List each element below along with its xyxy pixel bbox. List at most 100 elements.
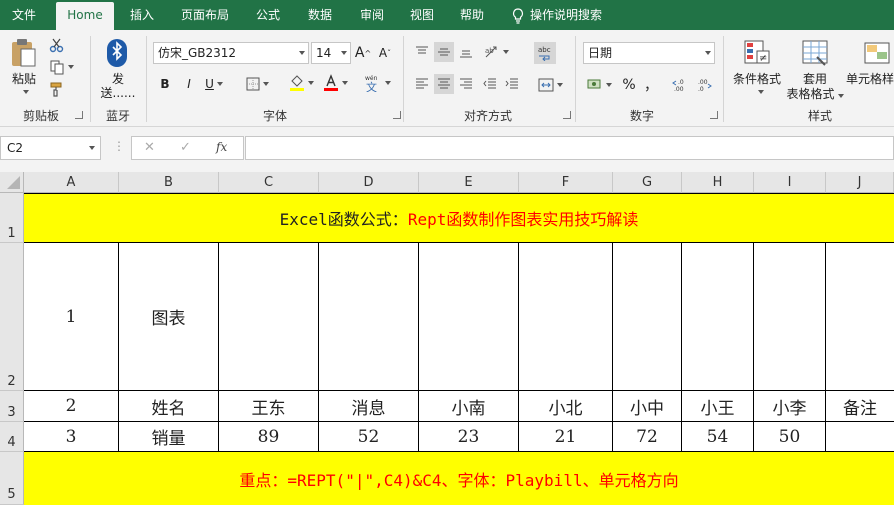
- clipboard-launcher-icon[interactable]: [75, 111, 83, 119]
- align-right-button[interactable]: [456, 74, 476, 94]
- column-header-c[interactable]: C: [219, 172, 319, 193]
- fill-color-button[interactable]: [284, 72, 318, 94]
- conditional-format-dropdown-icon[interactable]: [758, 90, 764, 94]
- row-header-1[interactable]: 1: [0, 193, 24, 243]
- column-header-e[interactable]: E: [419, 172, 519, 193]
- insert-function-icon[interactable]: fx: [216, 140, 227, 154]
- tab-data[interactable]: 数据: [298, 0, 342, 30]
- cell-f2[interactable]: [519, 243, 613, 391]
- tab-view[interactable]: 视图: [400, 0, 444, 30]
- row-header-2[interactable]: 2: [0, 243, 24, 391]
- tab-help[interactable]: 帮助: [450, 0, 494, 30]
- cell-j3[interactable]: 备注: [826, 391, 894, 422]
- number-format-select[interactable]: 日期: [583, 42, 715, 64]
- comma-style-button[interactable]: ，: [642, 74, 660, 96]
- italic-button[interactable]: I: [180, 74, 198, 94]
- cell-e2[interactable]: [419, 243, 519, 391]
- column-header-h[interactable]: H: [682, 172, 754, 193]
- orientation-button[interactable]: ab: [480, 42, 512, 62]
- paste-dropdown-icon[interactable]: [23, 90, 29, 94]
- tab-file[interactable]: 文件: [0, 0, 48, 30]
- cell-c3[interactable]: 王东: [219, 391, 319, 422]
- format-as-table-button[interactable]: [800, 38, 830, 68]
- decrease-decimal-button[interactable]: .00.0: [694, 74, 716, 96]
- format-painter-button[interactable]: [46, 80, 68, 98]
- title-banner[interactable]: Excel函数公式： Rept函数制作图表实用技巧解读: [24, 193, 894, 243]
- increase-indent-button[interactable]: [502, 74, 522, 94]
- cell-a2[interactable]: 1: [24, 243, 119, 391]
- cell-styles-button[interactable]: [862, 38, 892, 68]
- enter-icon[interactable]: ✓: [180, 140, 191, 155]
- select-all-corner[interactable]: [0, 172, 24, 193]
- cell-h4[interactable]: 54: [682, 422, 754, 452]
- percent-button[interactable]: %: [620, 74, 638, 96]
- row-header-3[interactable]: 3: [0, 391, 24, 422]
- cell-e4[interactable]: 23: [419, 422, 519, 452]
- cell-c2[interactable]: [219, 243, 319, 391]
- cut-button[interactable]: [46, 36, 68, 54]
- bluetooth-send-button[interactable]: [104, 38, 130, 68]
- row-header-4[interactable]: 4: [0, 422, 24, 452]
- column-header-f[interactable]: F: [519, 172, 613, 193]
- font-family-select[interactable]: 仿宋_GB2312: [153, 42, 309, 64]
- cancel-icon[interactable]: ✕: [144, 140, 155, 155]
- cell-e3[interactable]: 小南: [419, 391, 519, 422]
- merge-center-button[interactable]: [534, 74, 566, 96]
- cell-f3[interactable]: 小北: [519, 391, 613, 422]
- copy-button[interactable]: [46, 58, 76, 76]
- accounting-format-button[interactable]: [583, 74, 615, 96]
- middle-align-button[interactable]: [434, 42, 454, 62]
- increase-decimal-button[interactable]: .0.00: [670, 74, 692, 96]
- cell-i4[interactable]: 50: [754, 422, 826, 452]
- wrap-text-button[interactable]: abc: [534, 42, 556, 64]
- tab-page-layout[interactable]: 页面布局: [172, 0, 238, 30]
- paste-button[interactable]: [8, 36, 40, 70]
- cell-f4[interactable]: 21: [519, 422, 613, 452]
- conditional-format-button[interactable]: ≠: [742, 38, 772, 68]
- alignment-launcher-icon[interactable]: [563, 111, 571, 119]
- cell-d4[interactable]: 52: [319, 422, 419, 452]
- cell-g2[interactable]: [613, 243, 682, 391]
- cell-j2[interactable]: [826, 243, 894, 391]
- tab-insert[interactable]: 插入: [120, 0, 164, 30]
- align-center-button[interactable]: [434, 74, 454, 94]
- decrease-indent-button[interactable]: [480, 74, 500, 94]
- tab-review[interactable]: 审阅: [350, 0, 394, 30]
- name-box[interactable]: C2: [0, 136, 101, 160]
- cell-d2[interactable]: [319, 243, 419, 391]
- column-header-i[interactable]: I: [754, 172, 826, 193]
- align-left-button[interactable]: [412, 74, 432, 94]
- borders-button[interactable]: [242, 74, 272, 94]
- cell-h3[interactable]: 小王: [682, 391, 754, 422]
- tab-formulas[interactable]: 公式: [246, 0, 290, 30]
- cell-d3[interactable]: 消息: [319, 391, 419, 422]
- cell-g3[interactable]: 小中: [613, 391, 682, 422]
- row-header-5[interactable]: 5: [0, 452, 24, 505]
- footer-banner[interactable]: 重点：=REPT("|",C4)&C4、字体：Playbill、单元格方向: [24, 452, 894, 505]
- column-header-b[interactable]: B: [119, 172, 219, 193]
- column-header-d[interactable]: D: [319, 172, 419, 193]
- cell-g4[interactable]: 72: [613, 422, 682, 452]
- cell-b2[interactable]: 图表: [119, 243, 219, 391]
- cell-i2[interactable]: [754, 243, 826, 391]
- tell-me-search[interactable]: 操作说明搜索: [512, 0, 602, 30]
- cell-a4[interactable]: 3: [24, 422, 119, 452]
- cell-j4[interactable]: [826, 422, 894, 452]
- top-align-button[interactable]: [412, 42, 432, 62]
- cell-c4[interactable]: 89: [219, 422, 319, 452]
- shrink-font-button[interactable]: Aˇ: [376, 43, 394, 63]
- column-header-j[interactable]: J: [826, 172, 894, 193]
- bottom-align-button[interactable]: [456, 42, 476, 62]
- cell-a3[interactable]: 2: [24, 391, 119, 422]
- formula-bar-handle-icon[interactable]: ⋮: [113, 139, 125, 153]
- tab-home[interactable]: Home: [56, 2, 114, 30]
- number-launcher-icon[interactable]: [710, 111, 718, 119]
- column-header-a[interactable]: A: [24, 172, 119, 193]
- font-size-select[interactable]: 14: [311, 42, 351, 64]
- font-color-button[interactable]: [318, 72, 352, 94]
- cell-i3[interactable]: 小李: [754, 391, 826, 422]
- cell-b3[interactable]: 姓名: [119, 391, 219, 422]
- underline-button[interactable]: U: [200, 74, 228, 94]
- cell-b4[interactable]: 销量: [119, 422, 219, 452]
- cell-h2[interactable]: [682, 243, 754, 391]
